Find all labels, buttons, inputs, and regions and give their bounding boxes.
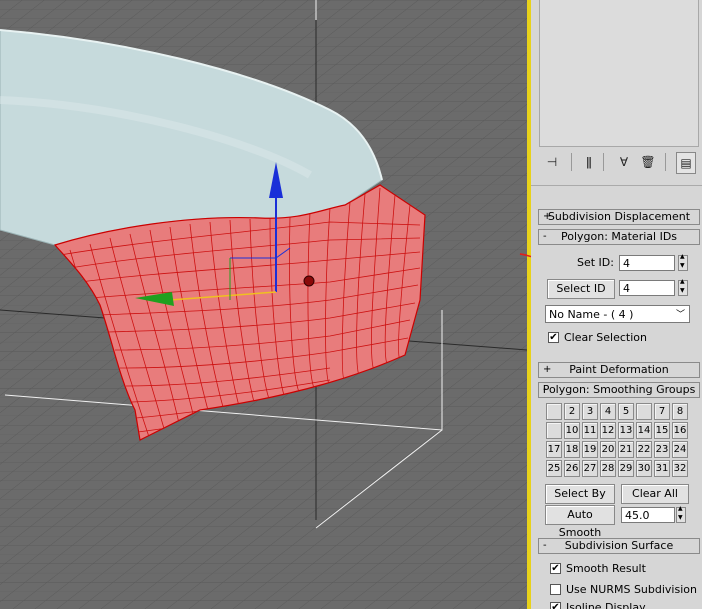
smoothing-group-button[interactable]: 15 xyxy=(654,422,670,439)
configure-sets-icon[interactable]: ▤ xyxy=(676,152,696,174)
remove-modifier-icon[interactable]: 🗑 xyxy=(639,152,657,172)
smoothing-group-button[interactable]: 14 xyxy=(636,422,652,439)
isoline-display-checkbox[interactable]: ✔ xyxy=(550,602,561,609)
clear-all-button[interactable]: Clear All xyxy=(621,484,689,504)
smoothing-group-button[interactable]: 31 xyxy=(654,460,670,477)
rollout-title: Subdivision Displacement xyxy=(547,210,691,223)
rollout-title: Subdivision Surface xyxy=(564,539,674,552)
smoothing-group-button[interactable]: 13 xyxy=(618,422,634,439)
rollout-title: Polygon: Smoothing Groups xyxy=(542,383,696,396)
smoothing-group-button[interactable]: 23 xyxy=(654,441,670,458)
rollout-title: Paint Deformation xyxy=(569,363,669,376)
smoothing-group-button[interactable]: 20 xyxy=(600,441,616,458)
pin-stack-icon[interactable]: ⊣ xyxy=(543,152,561,172)
rollout-paint-deformation[interactable]: + Paint Deformation xyxy=(538,362,700,378)
chevron-down-icon: ﹀ xyxy=(675,310,685,320)
smoothing-group-button[interactable] xyxy=(636,403,652,420)
smoothing-group-button[interactable]: 5 xyxy=(618,403,634,420)
viewport-scene xyxy=(0,0,527,609)
select-id-button[interactable]: Select ID xyxy=(547,279,615,299)
make-unique-icon[interactable]: ∀ xyxy=(615,152,633,172)
smoothing-group-button[interactable] xyxy=(546,403,562,420)
smoothing-group-button[interactable]: 32 xyxy=(672,460,688,477)
auto-smooth-spinner[interactable] xyxy=(676,505,686,523)
select-by-sg-button[interactable]: Select By SG xyxy=(545,484,615,518)
modifier-stack-list[interactable] xyxy=(539,0,699,147)
select-id-spinner[interactable] xyxy=(678,278,688,296)
viewport-perspective[interactable] xyxy=(0,0,527,609)
smooth-result-checkbox[interactable]: ✔ xyxy=(550,563,561,574)
smoothing-group-button[interactable]: 25 xyxy=(546,460,562,477)
smoothing-group-button[interactable]: 21 xyxy=(618,441,634,458)
smoothing-group-button[interactable] xyxy=(546,422,562,439)
smoothing-group-button[interactable]: 4 xyxy=(600,403,616,420)
set-id-input[interactable]: 4 xyxy=(619,255,675,271)
clear-selection-label: Clear Selection xyxy=(564,331,647,344)
smooth-result-label: Smooth Result xyxy=(566,562,646,575)
smoothing-group-button[interactable]: 3 xyxy=(582,403,598,420)
smoothing-group-button[interactable]: 2 xyxy=(564,403,580,420)
smoothing-group-button[interactable]: 7 xyxy=(654,403,670,420)
use-nurms-label: Use NURMS Subdivision xyxy=(566,583,697,596)
use-nurms-checkbox[interactable] xyxy=(550,584,561,595)
smoothing-group-button[interactable]: 8 xyxy=(672,403,688,420)
rollout-subdivision-surface[interactable]: - Subdivision Surface xyxy=(538,538,700,554)
smoothing-group-button[interactable]: 17 xyxy=(546,441,562,458)
smoothing-group-button[interactable]: 27 xyxy=(582,460,598,477)
show-end-result-icon[interactable]: ǁ xyxy=(580,152,598,172)
set-id-spinner[interactable] xyxy=(678,253,688,271)
auto-smooth-threshold-input[interactable]: 45.0 xyxy=(621,507,675,523)
smoothing-group-button[interactable]: 26 xyxy=(564,460,580,477)
rollout-material-ids[interactable]: - Polygon: Material IDs xyxy=(538,229,700,245)
smoothing-group-button[interactable]: 16 xyxy=(672,422,688,439)
smoothing-group-button[interactable]: 24 xyxy=(672,441,688,458)
rollout-subdivision-displacement[interactable]: + Subdivision Displacement xyxy=(538,209,700,225)
clear-selection-checkbox[interactable]: ✔ xyxy=(548,332,559,343)
material-name-dropdown[interactable]: No Name - ( 4 ) ﹀ xyxy=(545,305,690,323)
smoothing-group-button[interactable]: 10 xyxy=(564,422,580,439)
rollout-title: Polygon: Material IDs xyxy=(560,230,678,243)
modifier-stack-toolbar: ⊣ ǁ ∀ 🗑 ▤ xyxy=(531,150,702,176)
rollout-smoothing-groups[interactable]: - Polygon: Smoothing Groups xyxy=(538,382,700,398)
isoline-display-label: Isoline Display xyxy=(566,601,646,609)
auto-smooth-button[interactable]: Auto Smooth xyxy=(545,505,615,539)
smoothing-group-button[interactable]: 19 xyxy=(582,441,598,458)
dropdown-value: No Name - ( 4 ) xyxy=(549,308,634,321)
command-panel: ⊣ ǁ ∀ 🗑 ▤ + Subdivision Displacement - P… xyxy=(531,0,702,609)
smoothing-group-button[interactable]: 29 xyxy=(618,460,634,477)
select-id-input[interactable]: 4 xyxy=(619,280,675,296)
smoothing-group-button[interactable]: 22 xyxy=(636,441,652,458)
set-id-label: Set ID: xyxy=(577,256,614,269)
smoothing-group-button[interactable]: 12 xyxy=(600,422,616,439)
smoothing-group-button[interactable]: 11 xyxy=(582,422,598,439)
smoothing-group-button[interactable]: 28 xyxy=(600,460,616,477)
smoothing-group-button[interactable]: 30 xyxy=(636,460,652,477)
smoothing-group-button[interactable]: 18 xyxy=(564,441,580,458)
